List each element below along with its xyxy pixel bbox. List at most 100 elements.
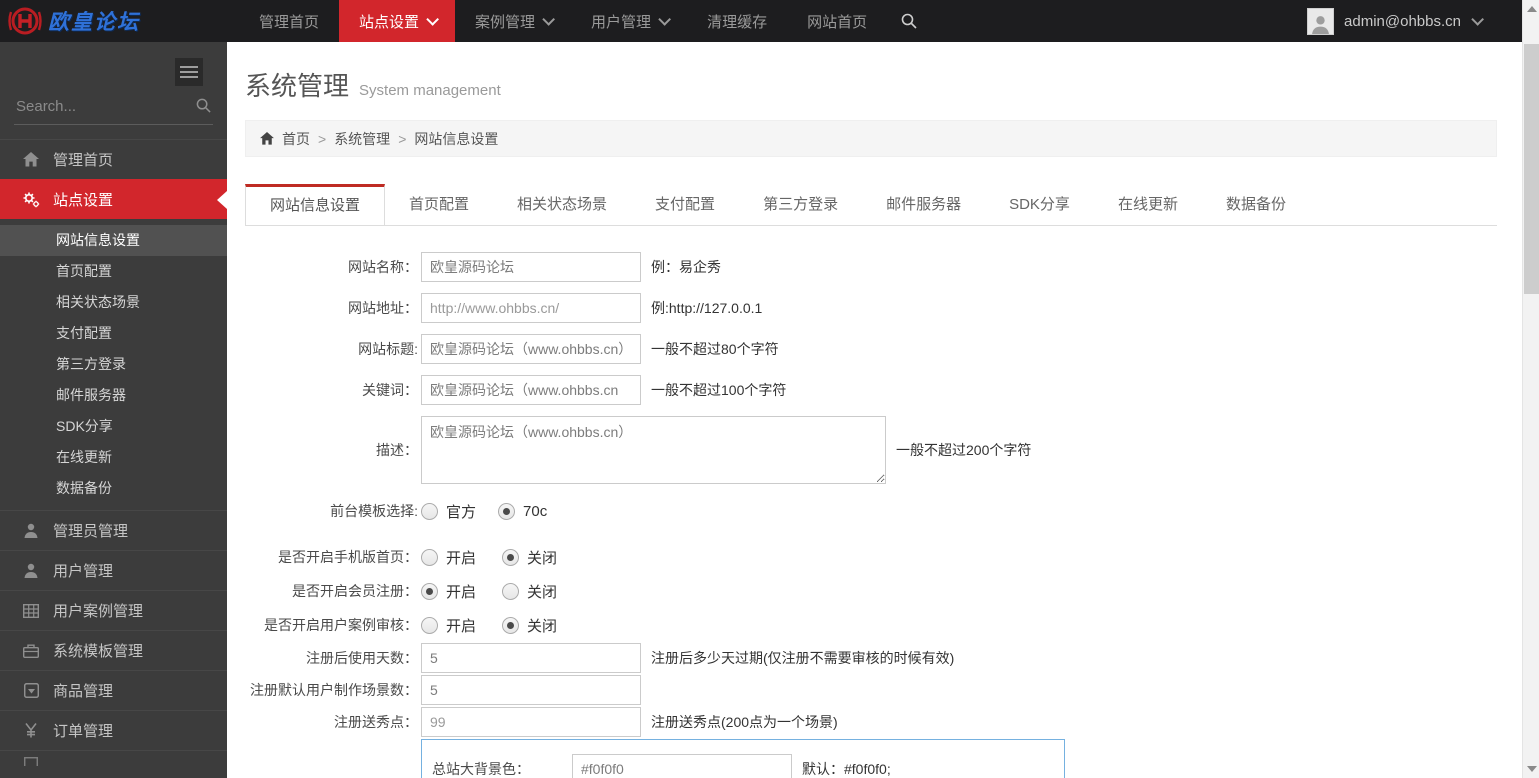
- nav-item-clear-cache[interactable]: 清理缓存: [687, 0, 787, 42]
- form-row-register-toggle: 是否开启会员注册： 开启 关闭: [245, 575, 1497, 607]
- avatar: [1307, 8, 1334, 35]
- tab-mail-server[interactable]: 邮件服务器: [862, 184, 985, 225]
- register-off[interactable]: 关闭: [502, 581, 557, 602]
- radio-unchecked[interactable]: [502, 583, 519, 600]
- tab-sdk-share[interactable]: SDK分享: [985, 184, 1094, 225]
- website-info-form: 网站名称： 例：易企秀 网站地址： 例:http://127.0.0.1 网站标…: [245, 252, 1497, 778]
- tab-online-update[interactable]: 在线更新: [1094, 184, 1202, 225]
- breadcrumb-system[interactable]: 系统管理: [334, 129, 390, 149]
- page-subtitle: System management: [359, 82, 501, 99]
- chevron-down-icon: [426, 13, 439, 26]
- form-row-template-select: 前台模板选择: 官方 70c: [245, 495, 1497, 527]
- brand-logo[interactable]: 欧皇论坛: [0, 0, 227, 42]
- description-textarea[interactable]: 欧皇源码论坛（www.ohbbs.cn）: [421, 416, 886, 484]
- submenu-item-homepage-config[interactable]: 首页配置: [0, 256, 227, 287]
- radio-checked[interactable]: [498, 503, 515, 520]
- site-title-input[interactable]: [421, 334, 641, 364]
- radio-checked[interactable]: [421, 583, 438, 600]
- search-icon: [901, 13, 917, 29]
- scrollbar-thumb[interactable]: [1524, 44, 1539, 294]
- radio-unchecked[interactable]: [421, 549, 438, 566]
- form-row-description: 描述： 欧皇源码论坛（www.ohbbs.cn） 一般不超过200个字符: [245, 416, 1497, 484]
- register-on[interactable]: 开启: [421, 581, 476, 602]
- breadcrumb-home[interactable]: 首页: [282, 129, 310, 149]
- tab-homepage-config[interactable]: 首页配置: [385, 184, 493, 225]
- main-content: 系统管理 System management 首页 > 系统管理 > 网站信息设…: [227, 42, 1522, 778]
- submenu-item-online-update[interactable]: 在线更新: [0, 442, 227, 473]
- tab-status-scenes[interactable]: 相关状态场景: [493, 184, 631, 225]
- sidebar: 管理首页 站点设置 网站信息设置 首页配置 相关状态场景 支付配置 第三方登录 …: [0, 42, 227, 778]
- tab-website-info[interactable]: 网站信息设置: [245, 184, 385, 225]
- mobile-home-on[interactable]: 开启: [421, 547, 476, 568]
- sidebar-item-site-settings[interactable]: 站点设置: [0, 179, 227, 219]
- table-icon: [22, 604, 40, 618]
- sidebar-item-template-management[interactable]: 系统模板管理: [0, 630, 227, 670]
- breadcrumb-current: 网站信息设置: [414, 129, 498, 149]
- user-menu[interactable]: admin@ohbbs.cn: [1307, 0, 1522, 42]
- case-review-on[interactable]: 开启: [421, 615, 476, 636]
- reg-days-input[interactable]: [421, 643, 641, 673]
- sidebar-item-order-management[interactable]: 订单管理: [0, 710, 227, 750]
- settings-tabs: 网站信息设置 首页配置 相关状态场景 支付配置 第三方登录 邮件服务器 SDK分…: [245, 184, 1497, 226]
- navbar-search-button[interactable]: [887, 0, 931, 42]
- template-option-official[interactable]: 官方: [421, 501, 476, 522]
- form-row-site-url: 网站地址： 例:http://127.0.0.1: [245, 293, 1497, 323]
- radio-checked[interactable]: [502, 617, 519, 634]
- submenu-item-website-info[interactable]: 网站信息设置: [0, 225, 227, 256]
- reg-scenes-input[interactable]: [421, 675, 641, 705]
- submenu-item-payment-config[interactable]: 支付配置: [0, 318, 227, 349]
- vertical-scrollbar[interactable]: [1522, 0, 1539, 778]
- form-row-case-review-toggle: 是否开启用户案例审核： 开启 关闭: [245, 609, 1497, 641]
- sidebar-item-user-management[interactable]: 用户管理: [0, 550, 227, 590]
- case-review-off[interactable]: 关闭: [502, 615, 557, 636]
- sidebar-item-partial[interactable]: [0, 750, 227, 766]
- top-navbar: 欧皇论坛 管理首页 站点设置 案例管理 用户管理 清理缓存 网站首页 admin…: [0, 0, 1522, 42]
- submenu-item-mail-server[interactable]: 邮件服务器: [0, 380, 227, 411]
- search-input[interactable]: [16, 98, 189, 115]
- form-row-reg-days: 注册后使用天数： 注册后多少天过期(仅注册不需要审核的时候有效): [245, 643, 1497, 673]
- page-header: 系统管理 System management: [245, 66, 1497, 103]
- sidebar-search: [14, 92, 213, 125]
- tab-payment-config[interactable]: 支付配置: [631, 184, 739, 225]
- nav-item-admin-home[interactable]: 管理首页: [239, 0, 339, 42]
- briefcase-icon: [22, 644, 40, 658]
- search-icon[interactable]: [196, 98, 211, 113]
- site-name-input[interactable]: [421, 252, 641, 282]
- home-icon: [22, 152, 40, 167]
- tab-data-backup[interactable]: 数据备份: [1202, 184, 1310, 225]
- mobile-home-off[interactable]: 关闭: [502, 547, 557, 568]
- reg-points-input[interactable]: [421, 707, 641, 737]
- submenu-item-status-scenes[interactable]: 相关状态场景: [0, 287, 227, 318]
- radio-checked[interactable]: [502, 549, 519, 566]
- nav-item-case-management[interactable]: 案例管理: [455, 0, 571, 42]
- scroll-down-arrow-icon[interactable]: [1527, 766, 1537, 772]
- submenu-item-data-backup[interactable]: 数据备份: [0, 473, 227, 504]
- sidebar-item-admin-home[interactable]: 管理首页: [0, 139, 227, 179]
- sidebar-item-admin-management[interactable]: 管理员管理: [0, 510, 227, 550]
- scroll-up-arrow-icon[interactable]: [1527, 6, 1537, 12]
- keywords-input[interactable]: [421, 375, 641, 405]
- page-title: 系统管理: [245, 66, 349, 103]
- submenu-item-sdk-share[interactable]: SDK分享: [0, 411, 227, 442]
- tab-thirdparty-login[interactable]: 第三方登录: [739, 184, 862, 225]
- nav-item-site-home[interactable]: 网站首页: [787, 0, 887, 42]
- sidebar-toggle-button[interactable]: [175, 58, 203, 86]
- nav-item-site-settings[interactable]: 站点设置: [339, 0, 455, 42]
- form-row-bg-color: 总站大背景色： 默认：#f0f0f0;: [430, 754, 1056, 778]
- form-row-site-name: 网站名称： 例：易企秀: [245, 252, 1497, 282]
- template-option-70c[interactable]: 70c: [498, 503, 547, 520]
- home-icon: [260, 132, 274, 145]
- chevron-down-icon: [542, 13, 555, 26]
- sidebar-menu: 管理首页 站点设置 网站信息设置 首页配置 相关状态场景 支付配置 第三方登录 …: [0, 139, 227, 766]
- chevron-down-icon: [1471, 13, 1484, 26]
- radio-unchecked[interactable]: [421, 503, 438, 520]
- sidebar-item-user-case-management[interactable]: 用户案例管理: [0, 590, 227, 630]
- site-url-input[interactable]: [421, 293, 641, 323]
- chevron-down-icon: [658, 13, 671, 26]
- yen-icon: [22, 723, 40, 738]
- radio-unchecked[interactable]: [421, 617, 438, 634]
- submenu-item-thirdparty-login[interactable]: 第三方登录: [0, 349, 227, 380]
- sidebar-item-product-management[interactable]: 商品管理: [0, 670, 227, 710]
- bg-color-input[interactable]: [572, 754, 792, 778]
- nav-item-user-management[interactable]: 用户管理: [571, 0, 687, 42]
